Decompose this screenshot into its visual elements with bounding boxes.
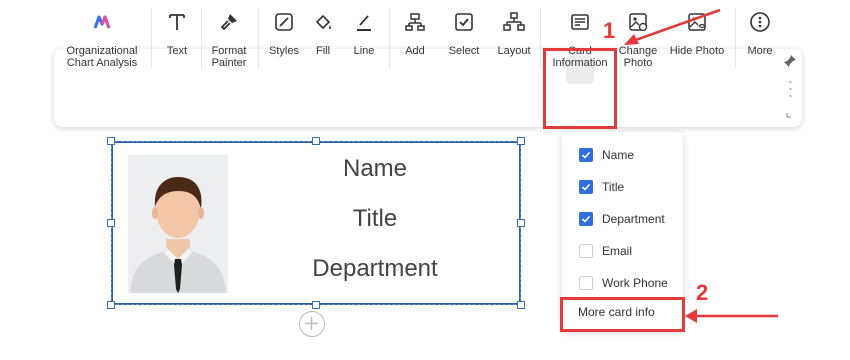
toolbar-divider (540, 8, 541, 68)
toolbar-divider (151, 8, 152, 68)
format-painter-button[interactable]: Format Painter (205, 0, 253, 78)
toolbar-divider (735, 8, 736, 68)
add-icon (405, 13, 425, 31)
format-painter-label: Format Painter (211, 45, 247, 69)
resize-handle[interactable] (517, 301, 525, 309)
select-button[interactable]: Select (444, 0, 484, 78)
avatar (128, 155, 228, 293)
resize-handle[interactable] (107, 219, 115, 227)
collapse-icon[interactable] (786, 109, 795, 118)
select-icon (455, 13, 473, 31)
resize-handle[interactable] (312, 137, 320, 145)
resize-handle[interactable] (107, 137, 115, 145)
more-icon (750, 12, 770, 32)
org-chart-analysis-button[interactable]: Organizational Chart Analysis (58, 0, 146, 78)
line-label: Line (353, 45, 375, 57)
change-photo-label: Change Photo (618, 45, 658, 69)
card-title: Title (352, 205, 398, 232)
fill-label: Fill (315, 45, 331, 57)
menu-item-label: Title (602, 180, 625, 194)
styles-icon (275, 13, 293, 31)
callout-box-card-information (543, 48, 617, 129)
menu-item-label: Department (602, 212, 665, 226)
select-label: Select (448, 45, 480, 57)
fill-button[interactable]: Fill (306, 0, 340, 78)
card-information-icon (571, 14, 589, 30)
styles-button[interactable]: Styles (264, 0, 304, 78)
callout-arrow-1 (624, 8, 721, 45)
line-button[interactable]: Line (344, 0, 384, 78)
callout-number-1: 1 (603, 18, 616, 43)
org-chart-analysis-label: Organizational Chart Analysis (66, 45, 138, 69)
resize-handle[interactable] (312, 301, 320, 309)
resize-handle[interactable] (517, 219, 525, 227)
callout-arrow-2 (685, 309, 778, 323)
plus-icon (305, 317, 318, 330)
styles-label: Styles (269, 45, 299, 57)
layout-button[interactable]: Layout (492, 0, 536, 78)
text-icon (169, 14, 185, 30)
layout-icon (503, 12, 525, 31)
menu-item-title[interactable]: Title (579, 178, 624, 196)
format-painter-icon (220, 14, 237, 31)
text-label: Text (166, 45, 188, 57)
card-name: Name (342, 155, 408, 182)
menu-item-label: Name (602, 148, 635, 162)
menu-item-label: Email (602, 244, 633, 258)
person-photo-icon (128, 155, 228, 293)
menu-item-email[interactable]: Email (579, 242, 632, 260)
add-label: Add (405, 45, 425, 57)
menu-item-label: Work Phone (602, 276, 668, 290)
callout-box-more-card-info (560, 297, 685, 332)
more-button[interactable]: More (740, 0, 780, 78)
checkbox-checked-icon[interactable] (579, 212, 593, 226)
toolbar-divider (258, 8, 259, 68)
toolbar-divider (389, 8, 390, 68)
resize-handle[interactable] (107, 301, 115, 309)
text-button[interactable]: Text (156, 0, 198, 78)
pin-icon[interactable] (783, 54, 797, 68)
resize-handle[interactable] (517, 137, 525, 145)
callout-number-2: 2 (696, 280, 709, 305)
fill-icon (315, 14, 331, 30)
menu-item-name[interactable]: Name (579, 146, 634, 164)
checkbox-checked-icon[interactable] (579, 148, 593, 162)
checkbox-checked-icon[interactable] (579, 180, 593, 194)
more-label: More (747, 45, 773, 57)
toolbar-divider (201, 8, 202, 68)
card-department: Department (312, 255, 438, 282)
checkbox-unchecked-icon[interactable] (579, 276, 593, 290)
add-node-button[interactable] (299, 311, 325, 337)
add-button[interactable]: Add (396, 0, 434, 78)
menu-item-work-phone[interactable]: Work Phone (579, 274, 668, 292)
checkbox-unchecked-icon[interactable] (579, 244, 593, 258)
layout-label: Layout (497, 45, 531, 57)
org-chart-analysis-icon (93, 15, 111, 29)
drag-handle-icon[interactable] (789, 80, 792, 98)
menu-item-department[interactable]: Department (579, 210, 665, 228)
line-icon (357, 15, 371, 31)
